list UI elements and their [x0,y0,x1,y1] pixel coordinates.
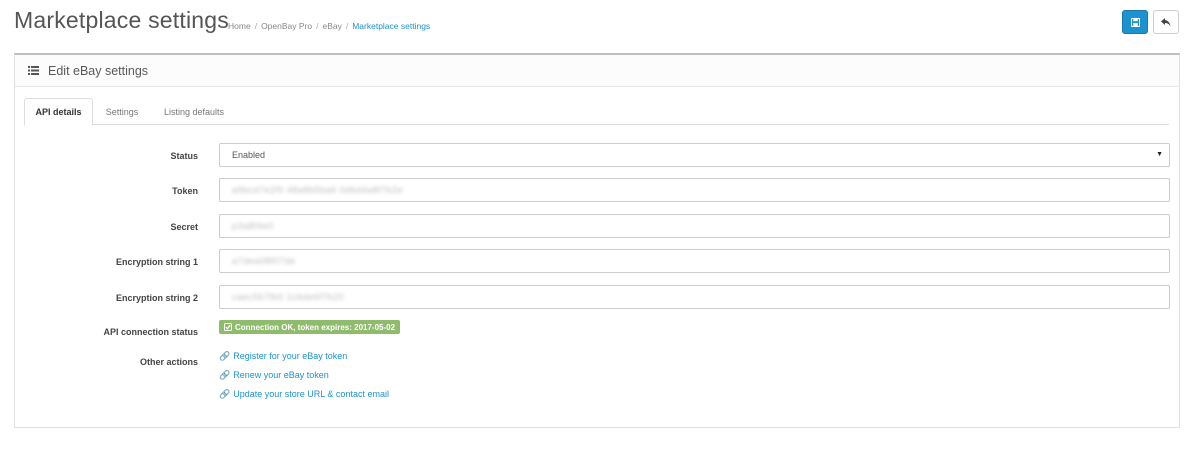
breadcrumb-separator: / [316,21,319,31]
list-icon [28,66,39,75]
other-actions-label: Other actions [139,357,198,367]
token-value: a9bcd7e2f0 48a8b5ba6 0d6d4a8f7b2e [232,185,404,195]
caret-down-icon: ▼ [1156,151,1163,158]
tab-listing-defaults[interactable]: Listing defaults [154,98,234,125]
encryption-string-1-label: Encryption string 1 [115,257,198,267]
back-button[interactable] [1153,10,1179,34]
status-select[interactable]: Enabled ▼ [219,143,1170,167]
status-badge: Connection OK, token expires: 2017-05-02 [219,320,401,334]
reply-icon [1161,17,1171,26]
api-connection-status-label: API connection status [103,327,198,337]
encryption-string-2-value: caec5b7fb0 1c6de6f7b20 [232,292,345,302]
breadcrumb-separator: / [345,21,349,31]
save-icon [1130,17,1140,27]
secret-label: Secret [170,222,198,232]
breadcrumb-separator: / [254,21,258,31]
page-header: Marketplace settings Home / OpenBay Pro / eB… [0,0,1193,48]
link-icon: 🔗 [219,389,231,399]
encryption-string-1-input[interactable]: a7dea08f07de [219,249,1170,273]
token-input[interactable]: a9bcd7e2f0 48a8b5ba6 0d6d4a8f7b2e [219,178,1170,202]
register-ebay-token-text: Register for your eBay token [233,351,348,361]
breadcrumb-openbay-pro[interactable]: OpenBay Pro [261,21,312,31]
token-label: Token [172,186,198,196]
status-value: Enabled [232,150,266,160]
secret-value: p3a8f4e0 [232,221,274,231]
panel-heading: Edit eBay settings [15,55,1179,87]
secret-input[interactable]: p3a8f4e0 [219,214,1170,238]
breadcrumb-marketplace-settings[interactable]: Marketplace settings [352,21,430,31]
update-store-url-text: Update your store URL & contact email [233,389,389,399]
breadcrumb: Home / OpenBay Pro / eBay / Marketplace settin… [228,21,430,31]
register-ebay-token-link[interactable]: 🔗 Register for your eBay token [219,351,347,362]
tab-settings[interactable]: Settings [96,98,148,125]
renew-ebay-token-link[interactable]: 🔗 Renew your eBay token [219,370,329,381]
link-icon: 🔗 [219,370,231,380]
status-label: Status [170,151,198,161]
breadcrumb-home[interactable]: Home [228,21,251,31]
encryption-string-1-value: a7dea08f07de [232,256,296,266]
renew-ebay-token-text: Renew your eBay token [233,370,329,380]
api-connection-status-value: Connection OK, token expires: 2017-05-02 [235,322,396,332]
encryption-string-2-input[interactable]: caec5b7fb0 1c6de6f7b20 [219,285,1170,309]
panel-title: Edit eBay settings [48,63,149,78]
check-square-icon [224,323,232,331]
link-icon: 🔗 [219,351,231,361]
page-title: Marketplace settings [14,7,229,33]
update-store-url-link[interactable]: 🔗 Update your store URL & contact email [219,389,389,400]
tab-api-details[interactable]: API details [24,98,93,126]
save-button[interactable] [1122,10,1148,34]
encryption-string-2-label: Encryption string 2 [115,293,198,303]
edit-ebay-settings-panel: Edit eBay settings API details Settings … [14,53,1180,428]
tab-bar: API details Settings Listing defaults [24,98,1169,126]
breadcrumb-ebay[interactable]: eBay [322,21,341,31]
